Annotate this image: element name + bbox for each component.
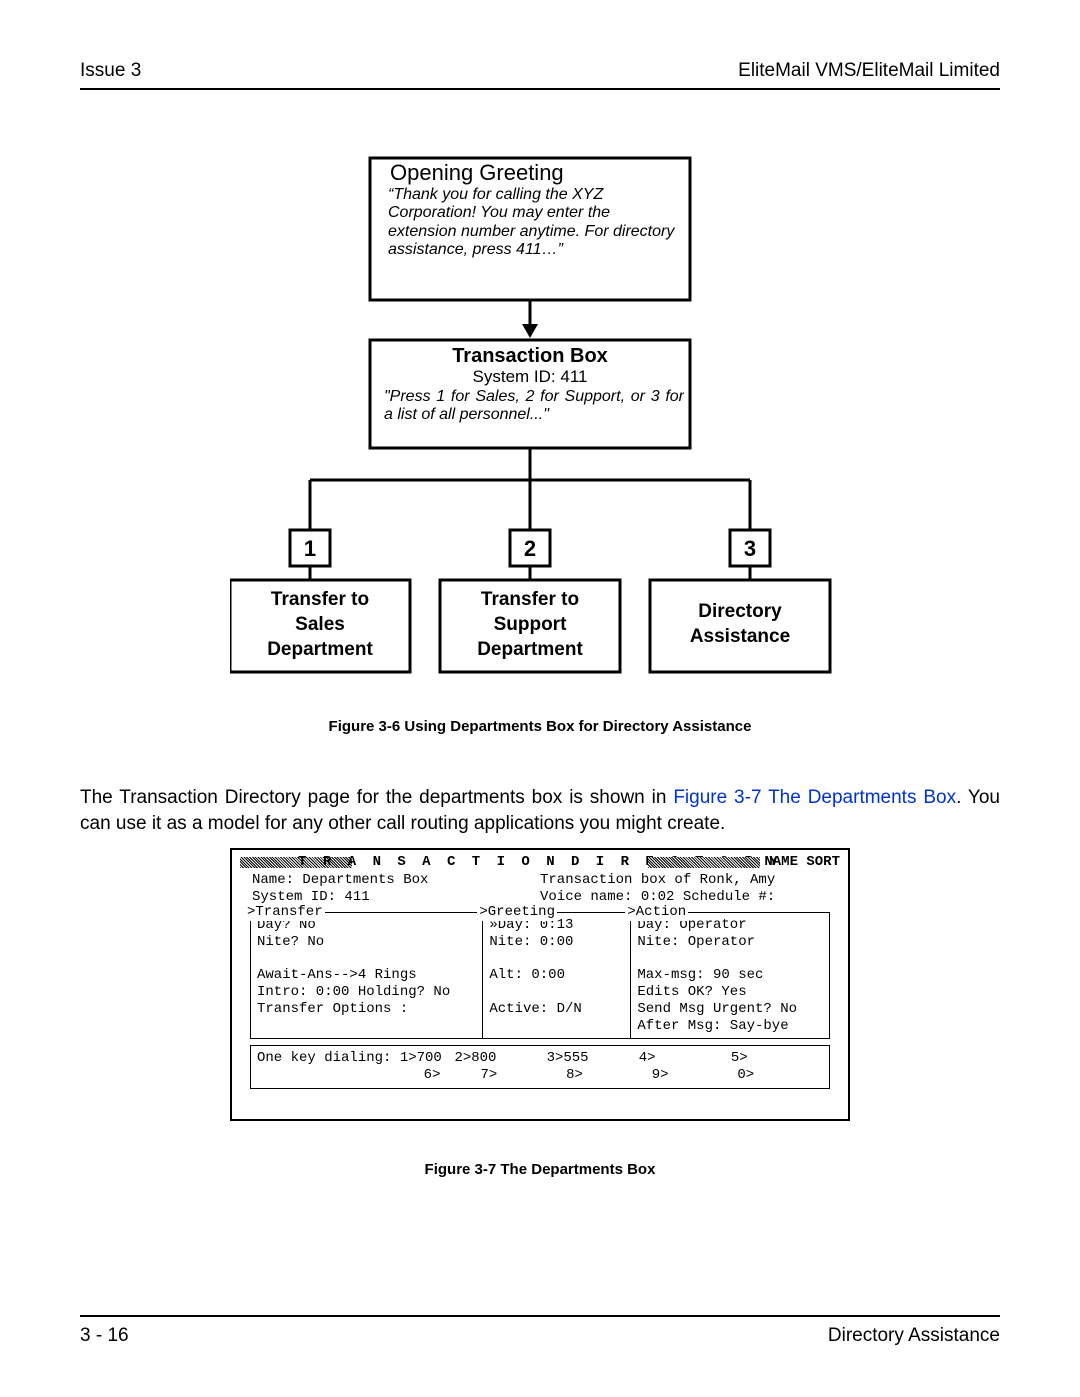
flowchart-svg: Opening Greeting “Thank you for calling … (230, 150, 850, 710)
svg-text:Directory: Directory (698, 601, 782, 622)
figure-3-6: Opening Greeting “Thank you for calling … (80, 150, 1000, 710)
transfer-label: >Transfer (245, 904, 325, 921)
tbox-of-field: Transaction box of Ronk, Amy (540, 872, 828, 889)
svg-text:3: 3 (744, 536, 756, 561)
svg-text:Support: Support (494, 614, 567, 635)
page-header: Issue 3 EliteMail VMS/EliteMail Limited (80, 60, 1000, 82)
shade-right (648, 857, 760, 868)
opening-body: “Thank you for calling the XYZ Corporati… (388, 186, 678, 260)
name-field: Name: Departments Box (252, 872, 540, 889)
svg-text:Assistance: Assistance (690, 626, 790, 647)
header-issue: Issue 3 (80, 60, 141, 82)
svg-text:1: 1 (304, 536, 316, 561)
header-product: EliteMail VMS/EliteMail Limited (738, 60, 1000, 82)
figure-3-7-caption: Figure 3-7 The Departments Box (80, 1161, 1000, 1178)
footer-page: 3 - 16 (80, 1325, 129, 1347)
svg-text:2: 2 (524, 536, 536, 561)
svg-text:Opening Greeting: Opening Greeting (390, 160, 564, 185)
body-paragraph: The Transaction Directory page for the d… (80, 785, 1000, 836)
transaction-directory-screen: T R A N S A C T I O N D I R E C T O R Y … (230, 848, 850, 1121)
footer-section: Directory Assistance (828, 1325, 1000, 1347)
sort-label: NAME SORT (764, 854, 840, 871)
svg-text:Transfer to: Transfer to (271, 589, 369, 610)
figure-3-6-caption: Figure 3-6 Using Departments Box for Dir… (80, 718, 1000, 735)
svg-text:Sales: Sales (295, 614, 345, 635)
svg-text:Transaction Box: Transaction Box (452, 345, 608, 367)
action-label: >Action (625, 904, 688, 921)
svg-text:Transfer to: Transfer to (481, 589, 579, 610)
svg-text:Department: Department (477, 639, 583, 660)
figure-3-7-link[interactable]: Figure 3-7 The Departments Box (673, 787, 956, 808)
greeting-label: >Greeting (477, 904, 557, 921)
one-key-dialing: One key dialing: 1>700 2>800 3>555 4> 5>… (250, 1045, 830, 1089)
svg-text:Department: Department (267, 639, 373, 660)
header-rule (80, 88, 1000, 90)
svg-text:System ID: 411: System ID: 411 (473, 367, 588, 386)
tbox-body: "Press 1 for Sales, 2 for Support, or 3 … (384, 388, 684, 425)
page-footer: 3 - 16 Directory Assistance (80, 1315, 1000, 1347)
